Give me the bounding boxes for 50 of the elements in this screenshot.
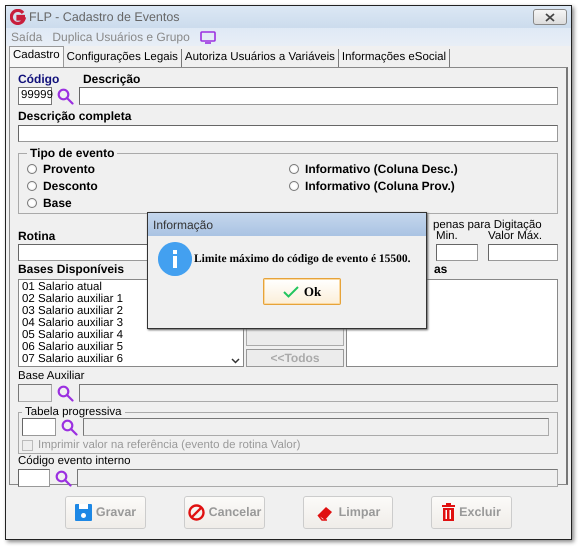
list-item[interactable]: 06 Salario auxiliar 5 <box>22 341 240 353</box>
search-icon[interactable] <box>61 418 78 436</box>
radio-option[interactable]: Informativo (Coluna Desc.) <box>289 160 547 177</box>
dialog-message: Limite máximo do código de evento é 15500. <box>194 253 411 265</box>
close-button[interactable] <box>533 9 567 25</box>
field-label: as <box>434 263 448 276</box>
window-title: FLP - Cadastro de Eventos <box>29 10 180 24</box>
close-icon <box>545 12 555 22</box>
group-title: Tipo de evento <box>29 146 116 160</box>
field-label: Código evento interno <box>18 455 131 467</box>
field-label: Descrição <box>83 73 140 86</box>
field-label: Base Auxiliar <box>18 370 84 382</box>
max-value-field[interactable] <box>488 244 558 261</box>
tab[interactable]: Configurações Legais <box>64 49 182 67</box>
min-value-field[interactable] <box>436 244 478 261</box>
dialog-title: Informação <box>148 213 426 236</box>
field-label: Rotina <box>18 230 56 243</box>
field-label: Bases Disponíveis <box>18 263 124 276</box>
field-label: Valor Máx. <box>488 230 544 243</box>
move-button[interactable] <box>246 328 344 346</box>
search-icon[interactable] <box>57 384 74 402</box>
chevron-down-icon[interactable] <box>231 358 240 364</box>
code-field[interactable]: 99999 <box>18 87 52 105</box>
caption-text: penas para Digitação <box>433 220 543 230</box>
checkmark-icon <box>282 286 299 298</box>
tab[interactable]: Informações eSocial <box>338 49 450 67</box>
code-field[interactable] <box>22 418 56 436</box>
info-icon <box>158 242 192 276</box>
monitor-icon[interactable] <box>200 30 216 44</box>
radio-option[interactable]: Desconto <box>27 177 289 194</box>
radio-option[interactable]: Informativo (Coluna Prov.) <box>289 177 547 194</box>
trash-icon <box>442 503 456 521</box>
full-description-field[interactable] <box>18 125 558 142</box>
tab[interactable]: Autoriza Usuários a Variáveis <box>182 49 339 67</box>
radio-option[interactable]: Base <box>27 194 289 211</box>
field-label: Descrição completa <box>18 110 132 123</box>
list-item[interactable]: 05 Salario auxiliar 4 <box>22 329 240 341</box>
code-field[interactable] <box>18 469 50 487</box>
description-field[interactable] <box>79 87 558 105</box>
field-label: Código <box>18 73 60 86</box>
search-icon[interactable] <box>55 470 72 486</box>
prohibited-icon <box>188 504 205 520</box>
ok-button[interactable]: Ok <box>263 278 341 305</box>
group-title: Tabela progressiva <box>24 406 123 418</box>
radio-option[interactable]: Provento <box>27 160 289 177</box>
field-label: Min. <box>436 230 458 243</box>
list-item[interactable]: 07 Salario auxiliar 6 <box>22 353 240 365</box>
logo-icon <box>10 9 26 25</box>
search-icon[interactable] <box>57 88 74 104</box>
tab[interactable]: Cadastro <box>9 46 64 67</box>
